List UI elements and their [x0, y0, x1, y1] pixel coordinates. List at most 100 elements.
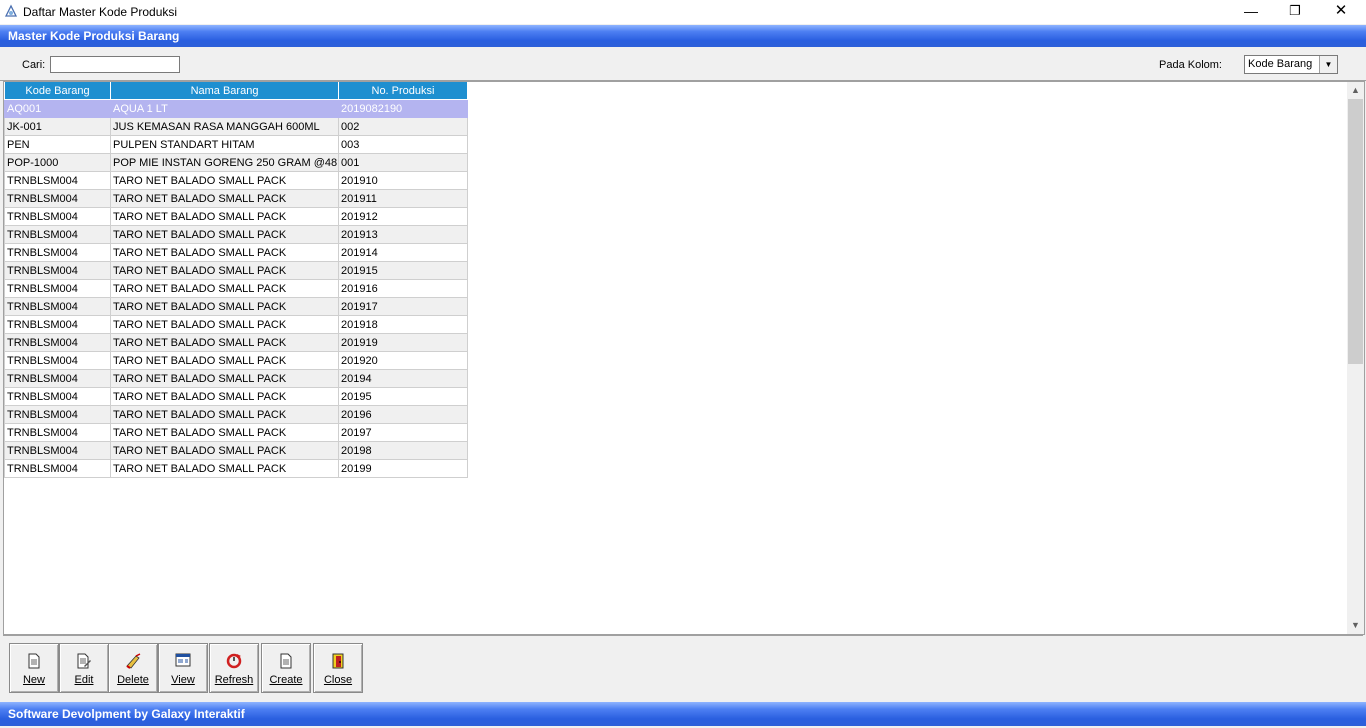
column-header-no-produksi[interactable]: No. Produksi [338, 82, 468, 100]
cell-no-produksi[interactable]: 20194 [338, 369, 468, 388]
cell-kode-barang[interactable]: TRNBLSM004 [4, 423, 111, 442]
table-row[interactable]: TRNBLSM004 TARO NET BALADO SMALL PACK 2019… [4, 423, 468, 442]
cell-nama-barang[interactable]: POP MIE INSTAN GORENG 250 GRAM @48 [110, 153, 339, 172]
cell-kode-barang[interactable]: JK-001 [4, 117, 111, 136]
scroll-down-icon[interactable]: ▼ [1347, 617, 1364, 634]
column-header-nama-barang[interactable]: Nama Barang [110, 82, 339, 100]
cell-kode-barang[interactable]: TRNBLSM004 [4, 405, 111, 424]
delete-button[interactable]: Delete [108, 643, 158, 693]
cell-nama-barang[interactable]: PULPEN STANDART HITAM [110, 135, 339, 154]
cell-kode-barang[interactable]: AQ001 [4, 99, 111, 118]
cell-nama-barang[interactable]: TARO NET BALADO SMALL PACK [110, 333, 339, 352]
cell-kode-barang[interactable]: TRNBLSM004 [4, 261, 111, 280]
cell-nama-barang[interactable]: TARO NET BALADO SMALL PACK [110, 207, 339, 226]
cell-no-produksi[interactable]: 20199 [338, 459, 468, 478]
vertical-scrollbar[interactable]: ▲ ▼ [1347, 82, 1364, 634]
cell-no-produksi[interactable]: 201912 [338, 207, 468, 226]
table-row[interactable]: TRNBLSM004 TARO NET BALADO SMALL PACK 2019… [4, 279, 468, 298]
table-row[interactable]: TRNBLSM004 TARO NET BALADO SMALL PACK 2019… [4, 315, 468, 334]
cell-no-produksi[interactable]: 20197 [338, 423, 468, 442]
cell-kode-barang[interactable]: TRNBLSM004 [4, 225, 111, 244]
cell-kode-barang[interactable]: TRNBLSM004 [4, 441, 111, 460]
cell-no-produksi[interactable]: 201916 [338, 279, 468, 298]
cell-no-produksi[interactable]: 003 [338, 135, 468, 154]
cell-nama-barang[interactable]: TARO NET BALADO SMALL PACK [110, 351, 339, 370]
table-row[interactable]: PEN PULPEN STANDART HITAM 003 [4, 135, 468, 154]
cell-nama-barang[interactable]: TARO NET BALADO SMALL PACK [110, 369, 339, 388]
table-row[interactable]: TRNBLSM004 TARO NET BALADO SMALL PACK 2019… [4, 243, 468, 262]
cell-no-produksi[interactable]: 201911 [338, 189, 468, 208]
chevron-down-icon[interactable]: ▼ [1319, 56, 1337, 73]
view-button[interactable]: View [158, 643, 208, 693]
cell-nama-barang[interactable]: TARO NET BALADO SMALL PACK [110, 171, 339, 190]
table-row[interactable]: POP-1000 POP MIE INSTAN GORENG 250 GRAM @… [4, 153, 468, 172]
cell-kode-barang[interactable]: TRNBLSM004 [4, 189, 111, 208]
cell-kode-barang[interactable]: TRNBLSM004 [4, 207, 111, 226]
cell-no-produksi[interactable]: 201914 [338, 243, 468, 262]
cell-kode-barang[interactable]: TRNBLSM004 [4, 387, 111, 406]
restore-icon[interactable]: ❐ [1272, 0, 1318, 24]
cell-no-produksi[interactable]: 20195 [338, 387, 468, 406]
cell-nama-barang[interactable]: TARO NET BALADO SMALL PACK [110, 279, 339, 298]
table-row[interactable]: TRNBLSM004 TARO NET BALADO SMALL PACK 2019… [4, 351, 468, 370]
cell-nama-barang[interactable]: TARO NET BALADO SMALL PACK [110, 261, 339, 280]
cell-nama-barang[interactable]: JUS KEMASAN RASA MANGGAH 600ML [110, 117, 339, 136]
table-row[interactable]: TRNBLSM004 TARO NET BALADO SMALL PACK 2019… [4, 189, 468, 208]
table-row[interactable]: TRNBLSM004 TARO NET BALADO SMALL PACK 2019… [4, 171, 468, 190]
cell-nama-barang[interactable]: TARO NET BALADO SMALL PACK [110, 297, 339, 316]
cell-kode-barang[interactable]: TRNBLSM004 [4, 369, 111, 388]
new-button[interactable]: New [9, 643, 59, 693]
cell-no-produksi[interactable]: 002 [338, 117, 468, 136]
cell-no-produksi[interactable]: 20198 [338, 441, 468, 460]
cell-nama-barang[interactable]: TARO NET BALADO SMALL PACK [110, 315, 339, 334]
cell-no-produksi[interactable]: 201915 [338, 261, 468, 280]
cell-kode-barang[interactable]: TRNBLSM004 [4, 171, 111, 190]
cell-kode-barang[interactable]: TRNBLSM004 [4, 297, 111, 316]
cell-nama-barang[interactable]: TARO NET BALADO SMALL PACK [110, 387, 339, 406]
cell-no-produksi[interactable]: 201913 [338, 225, 468, 244]
table-row[interactable]: TRNBLSM004 TARO NET BALADO SMALL PACK 2019… [4, 369, 468, 388]
cell-kode-barang[interactable]: TRNBLSM004 [4, 333, 111, 352]
close-icon[interactable]: ✕ [1318, 0, 1364, 24]
table-row[interactable]: JK-001 JUS KEMASAN RASA MANGGAH 600ML 002 [4, 117, 468, 136]
cell-kode-barang[interactable]: TRNBLSM004 [4, 459, 111, 478]
refresh-button[interactable]: Refresh [209, 643, 259, 693]
close-button[interactable]: Close [313, 643, 363, 693]
column-header-kode-barang[interactable]: Kode Barang [4, 82, 111, 100]
cell-no-produksi[interactable]: 001 [338, 153, 468, 172]
scroll-thumb[interactable] [1348, 99, 1363, 364]
cell-kode-barang[interactable]: TRNBLSM004 [4, 351, 111, 370]
cell-no-produksi[interactable]: 2019082190 [338, 99, 468, 118]
cell-no-produksi[interactable]: 201917 [338, 297, 468, 316]
table-row[interactable]: TRNBLSM004 TARO NET BALADO SMALL PACK 2019… [4, 459, 468, 478]
cell-no-produksi[interactable]: 201910 [338, 171, 468, 190]
table-row[interactable]: TRNBLSM004 TARO NET BALADO SMALL PACK 2019… [4, 261, 468, 280]
table-row[interactable]: AQ001 AQUA 1 LT 2019082190 [4, 99, 468, 118]
table-row[interactable]: TRNBLSM004 TARO NET BALADO SMALL PACK 2019… [4, 225, 468, 244]
cell-no-produksi[interactable]: 201918 [338, 315, 468, 334]
minimize-icon[interactable]: — [1228, 0, 1274, 24]
cell-nama-barang[interactable]: AQUA 1 LT [110, 99, 339, 118]
table-row[interactable]: TRNBLSM004 TARO NET BALADO SMALL PACK 2019… [4, 333, 468, 352]
cell-nama-barang[interactable]: TARO NET BALADO SMALL PACK [110, 189, 339, 208]
table-row[interactable]: TRNBLSM004 TARO NET BALADO SMALL PACK 2019… [4, 297, 468, 316]
edit-button[interactable]: Edit [59, 643, 109, 693]
cell-nama-barang[interactable]: TARO NET BALADO SMALL PACK [110, 405, 339, 424]
cell-no-produksi[interactable]: 201920 [338, 351, 468, 370]
cell-kode-barang[interactable]: PEN [4, 135, 111, 154]
column-filter-select[interactable]: Kode Barang ▼ [1244, 55, 1338, 74]
search-input[interactable] [50, 56, 180, 73]
cell-kode-barang[interactable]: TRNBLSM004 [4, 279, 111, 298]
cell-nama-barang[interactable]: TARO NET BALADO SMALL PACK [110, 441, 339, 460]
cell-nama-barang[interactable]: TARO NET BALADO SMALL PACK [110, 225, 339, 244]
cell-kode-barang[interactable]: TRNBLSM004 [4, 315, 111, 334]
create-button[interactable]: Create [261, 643, 311, 693]
cell-nama-barang[interactable]: TARO NET BALADO SMALL PACK [110, 459, 339, 478]
cell-kode-barang[interactable]: TRNBLSM004 [4, 243, 111, 262]
scroll-up-icon[interactable]: ▲ [1347, 82, 1364, 99]
cell-no-produksi[interactable]: 201919 [338, 333, 468, 352]
cell-nama-barang[interactable]: TARO NET BALADO SMALL PACK [110, 423, 339, 442]
data-grid[interactable]: Kode Barang Nama Barang No. Produksi AQ0… [3, 81, 1365, 635]
cell-no-produksi[interactable]: 20196 [338, 405, 468, 424]
table-row[interactable]: TRNBLSM004 TARO NET BALADO SMALL PACK 2019… [4, 387, 468, 406]
